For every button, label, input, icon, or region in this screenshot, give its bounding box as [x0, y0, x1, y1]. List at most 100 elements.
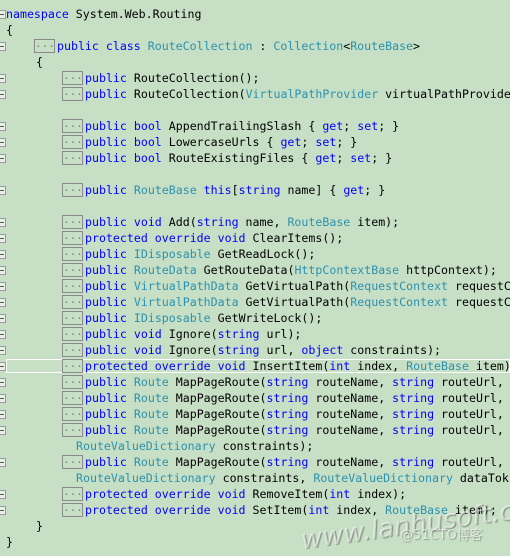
code-line[interactable]: public RouteData GetRouteData(HttpContex…	[85, 262, 497, 278]
code-line[interactable]: public Route MapPageRoute(string routeNa…	[85, 406, 504, 422]
collapse-toggle-icon[interactable]	[0, 42, 6, 51]
collapse-toggle-icon[interactable]	[0, 250, 6, 259]
text-token: constraints,	[215, 471, 314, 485]
code-line[interactable]: public RouteCollection();	[85, 70, 260, 86]
text-token: GetWriteLock();	[210, 311, 323, 325]
collapsed-region-button[interactable]: ...	[62, 246, 83, 261]
collapse-toggle-icon[interactable]	[0, 266, 6, 275]
keyword-token: public class	[57, 39, 148, 53]
collapse-toggle-icon[interactable]	[0, 330, 6, 339]
text-token: routeUrl,	[434, 455, 504, 469]
collapse-toggle-icon[interactable]	[0, 186, 6, 195]
code-line[interactable]: public void Ignore(string url);	[85, 326, 301, 342]
code-line[interactable]: public void Add(string name, RouteBase i…	[85, 214, 399, 230]
code-line[interactable]: protected override void InsertItem(int i…	[85, 358, 510, 374]
collapsed-region-button[interactable]: ...	[62, 118, 83, 133]
collapsed-region-button[interactable]: ...	[62, 326, 83, 341]
collapse-toggle-icon[interactable]	[0, 490, 6, 499]
collapsed-region-button[interactable]: ...	[62, 294, 83, 309]
keyword-token: public	[85, 455, 134, 469]
code-line[interactable]: public VirtualPathData GetVirtualPath(Re…	[85, 278, 510, 294]
collapsed-region-button[interactable]: ...	[62, 182, 83, 197]
code-line[interactable]: protected override void RemoveItem(int i…	[85, 486, 406, 502]
collapsed-region-button[interactable]: ...	[62, 454, 83, 469]
collapsed-region-button[interactable]: ...	[62, 230, 83, 245]
text-token: dataTok	[452, 471, 509, 485]
collapsed-region-button[interactable]: ...	[62, 214, 83, 229]
collapsed-region-button[interactable]: ...	[62, 86, 83, 101]
code-line[interactable]: }	[6, 534, 13, 550]
collapse-toggle-icon[interactable]	[0, 346, 6, 355]
collapse-toggle-icon[interactable]	[0, 362, 6, 371]
code-line[interactable]: public bool LowercaseUrls { get; set; }	[85, 134, 357, 150]
collapsed-region-button[interactable]: ...	[62, 406, 83, 421]
collapse-toggle-icon[interactable]	[0, 426, 6, 435]
collapsed-region-button[interactable]: ...	[62, 134, 83, 149]
collapse-toggle-icon[interactable]	[0, 74, 6, 83]
code-line[interactable]: public bool AppendTrailingSlash { get; s…	[85, 118, 399, 134]
keyword-token: public void	[85, 343, 169, 357]
code-line[interactable]: protected override void ClearItems();	[85, 230, 343, 246]
collapsed-region-button[interactable]: ...	[62, 262, 83, 277]
code-line[interactable]: public IDisposable GetWriteLock();	[85, 310, 322, 326]
collapsed-region-button[interactable]: ...	[34, 38, 55, 53]
keyword-token: int	[329, 487, 351, 501]
text-token: ;	[343, 119, 358, 133]
code-line[interactable]: RouteValueDictionary constraints, RouteV…	[76, 470, 509, 486]
code-line[interactable]: public Route MapPageRoute(string routeNa…	[85, 422, 504, 438]
code-line[interactable]: RouteValueDictionary constraints);	[76, 438, 313, 454]
text-token: constraints);	[215, 439, 314, 453]
collapse-toggle-icon[interactable]	[0, 234, 6, 243]
collapsed-region-button[interactable]: ...	[62, 70, 83, 85]
collapse-toggle-icon[interactable]	[0, 154, 6, 163]
code-line[interactable]: public IDisposable GetReadLock();	[85, 246, 315, 262]
collapse-toggle-icon[interactable]	[0, 298, 6, 307]
collapse-toggle-icon[interactable]	[0, 314, 6, 323]
collapse-toggle-icon[interactable]	[0, 122, 6, 131]
collapsed-region-button[interactable]: ...	[62, 358, 83, 373]
code-line[interactable]: public void Ignore(string url, object co…	[85, 342, 441, 358]
keyword-token: string	[238, 183, 281, 197]
code-line[interactable]: public RouteCollection(VirtualPathProvid…	[85, 86, 510, 102]
type-token: IDisposable	[133, 311, 211, 325]
collapse-toggle-icon[interactable]	[0, 394, 6, 403]
code-line[interactable]: {	[6, 22, 13, 38]
collapse-toggle-icon[interactable]	[0, 378, 6, 387]
text-token: InsertItem(	[252, 359, 330, 373]
code-line[interactable]: namespace System.Web.Routing	[6, 6, 201, 22]
collapsed-region-button[interactable]: ...	[62, 150, 83, 165]
code-line[interactable]: public VirtualPathData GetVirtualPath(Re…	[85, 294, 510, 310]
text-token: routeUrl,	[434, 423, 504, 437]
collapsed-region-button[interactable]: ...	[62, 422, 83, 437]
collapse-toggle-icon[interactable]	[0, 90, 6, 99]
collapsed-region-button[interactable]: ...	[62, 342, 83, 357]
collapse-toggle-icon[interactable]	[0, 218, 6, 227]
code-line[interactable]: public Route MapPageRoute(string routeNa…	[85, 390, 504, 406]
collapsed-region-button[interactable]: ...	[62, 486, 83, 501]
text-token: [	[231, 183, 239, 197]
code-line[interactable]: public Route MapPageRoute(string routeNa…	[85, 454, 504, 470]
code-line[interactable]: {	[36, 54, 43, 70]
collapse-toggle-icon[interactable]	[0, 410, 6, 419]
code-line[interactable]: public Route MapPageRoute(string routeNa…	[85, 374, 504, 390]
collapsed-region-button[interactable]: ...	[62, 374, 83, 389]
collapsed-region-button[interactable]: ...	[62, 278, 83, 293]
collapse-toggle-icon[interactable]	[0, 458, 6, 467]
text-token: RouteCollection(	[133, 87, 246, 101]
type-token: RequestContext	[350, 295, 448, 309]
code-line[interactable]: }	[36, 518, 43, 534]
code-line[interactable]: public RouteBase this[string name] { get…	[85, 182, 385, 198]
collapse-toggle-icon[interactable]	[0, 282, 6, 291]
text-token: RouteCollection();	[133, 71, 260, 85]
code-line[interactable]: public bool RouteExistingFiles { get; se…	[85, 150, 392, 166]
collapsed-region-button[interactable]: ...	[62, 502, 83, 517]
text-token: ; }	[364, 183, 386, 197]
text-token: MapPageRoute(	[168, 423, 267, 437]
collapsed-region-button[interactable]: ...	[62, 390, 83, 405]
text-token: routeName,	[308, 375, 393, 389]
collapsed-region-button[interactable]: ...	[62, 310, 83, 325]
type-token: HttpContextBase	[294, 263, 400, 277]
collapse-toggle-icon[interactable]	[0, 506, 6, 515]
code-line[interactable]: public class RouteCollection : Collectio…	[57, 38, 420, 54]
collapse-toggle-icon[interactable]	[0, 138, 6, 147]
